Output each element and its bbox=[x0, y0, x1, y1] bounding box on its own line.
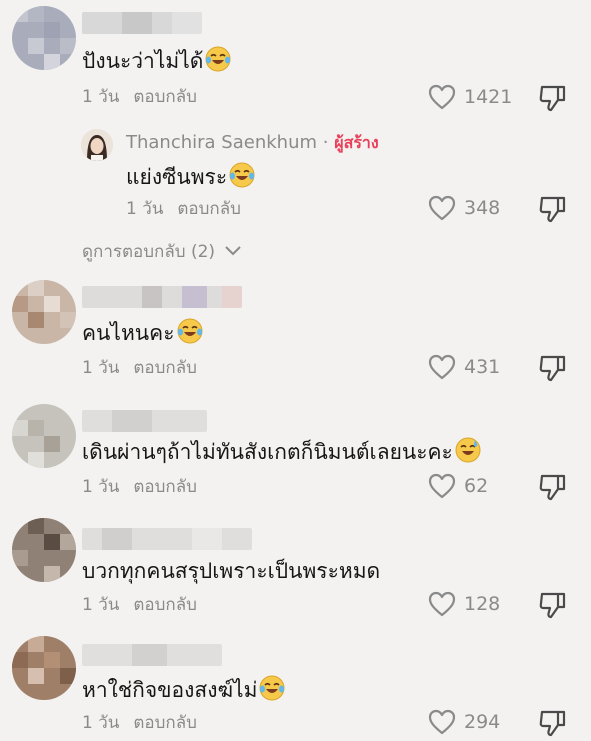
dislike-button[interactable] bbox=[538, 709, 568, 741]
comment-time: 1 วัน bbox=[82, 595, 120, 615]
username-blurred[interactable] bbox=[82, 528, 252, 550]
creator-avatar[interactable] bbox=[81, 129, 113, 161]
sweat-smile-emoji bbox=[455, 437, 481, 463]
dislike-button[interactable] bbox=[538, 354, 568, 386]
comment-time: 1 วัน bbox=[82, 713, 120, 733]
like-count: 1421 bbox=[464, 86, 513, 108]
chevron-down-icon bbox=[225, 246, 242, 256]
heart-outline-icon bbox=[428, 473, 456, 499]
comment-text: ปังนะว่าไม่ได้ bbox=[82, 46, 231, 75]
reply-button[interactable]: ตอบกลับ bbox=[133, 358, 197, 378]
avatar[interactable] bbox=[12, 518, 76, 582]
dislike-button[interactable] bbox=[538, 84, 568, 116]
laugh-tears-emoji bbox=[259, 675, 285, 701]
comment-time: 1 วัน bbox=[82, 358, 120, 378]
like-count: 348 bbox=[464, 197, 501, 219]
like-button[interactable]: 62 bbox=[428, 473, 488, 499]
comment-time: 1 วัน bbox=[82, 477, 120, 497]
heart-outline-icon bbox=[428, 354, 456, 380]
creator-portrait bbox=[81, 129, 113, 161]
laugh-tears-emoji bbox=[177, 318, 202, 344]
dislike-icon bbox=[539, 592, 566, 619]
comment-meta: 1 วัน ตอบกลับ bbox=[82, 594, 197, 616]
username-blurred[interactable] bbox=[82, 410, 207, 432]
dislike-icon bbox=[539, 85, 566, 112]
avatar[interactable] bbox=[12, 280, 76, 344]
username-blurred[interactable] bbox=[82, 12, 202, 34]
like-button[interactable]: 1421 bbox=[428, 84, 512, 110]
like-count: 294 bbox=[464, 711, 501, 733]
like-count: 431 bbox=[464, 356, 501, 378]
avatar[interactable] bbox=[12, 636, 76, 700]
reply-button[interactable]: ตอบกลับ bbox=[133, 477, 197, 497]
comment-meta: 1 วัน ตอบกลับ bbox=[82, 86, 197, 108]
view-replies-button[interactable]: ดูการตอบกลับ (2) bbox=[82, 238, 242, 265]
comment-meta: 1 วัน ตอบกลับ bbox=[82, 357, 197, 379]
dislike-button[interactable] bbox=[538, 195, 568, 227]
reply-button[interactable]: ตอบกลับ bbox=[133, 87, 197, 107]
laugh-tears-emoji bbox=[229, 162, 255, 188]
reply-button[interactable]: ตอบกลับ bbox=[177, 199, 241, 219]
like-button[interactable]: 294 bbox=[428, 709, 500, 735]
username-blurred[interactable] bbox=[82, 644, 222, 666]
heart-outline-icon bbox=[428, 84, 456, 110]
view-replies-label: ดูการตอบกลับ (2) bbox=[82, 242, 216, 262]
dislike-button[interactable] bbox=[538, 591, 568, 623]
comment-text: เดินผ่านๆถ้าไม่ทันสังเกตก็นิมนต์เลยนะคะ bbox=[82, 437, 481, 466]
comment-meta: 1 วัน ตอบกลับ bbox=[82, 712, 197, 734]
reply-button[interactable]: ตอบกลับ bbox=[133, 713, 197, 733]
reply-text: แย่งซีนพระ bbox=[126, 162, 255, 191]
comment-time: 1 วัน bbox=[82, 87, 120, 107]
creator-name-line: Thanchira Saenkhum · ผู้สร้าง bbox=[126, 132, 379, 154]
like-count: 128 bbox=[464, 593, 501, 615]
avatar[interactable] bbox=[12, 6, 76, 70]
comment-text: คนไหนคะ bbox=[82, 318, 203, 347]
dislike-icon bbox=[539, 474, 566, 501]
reply-meta: 1 วัน ตอบกลับ bbox=[126, 198, 241, 220]
comment-text: บวกทุกคนสรุปเพราะเป็นพระหมด bbox=[82, 559, 381, 583]
name-separator: · bbox=[317, 132, 335, 153]
reply-button[interactable]: ตอบกลับ bbox=[133, 595, 197, 615]
creator-badge: ผู้สร้าง bbox=[334, 133, 379, 152]
creator-name[interactable]: Thanchira Saenkhum bbox=[126, 132, 317, 153]
like-count: 62 bbox=[464, 475, 489, 497]
like-button[interactable]: 348 bbox=[428, 195, 500, 221]
dislike-button[interactable] bbox=[538, 473, 568, 505]
dislike-icon bbox=[539, 196, 566, 223]
heart-outline-icon bbox=[428, 709, 456, 735]
avatar[interactable] bbox=[12, 404, 76, 468]
username-blurred[interactable] bbox=[82, 286, 242, 308]
like-button[interactable]: 128 bbox=[428, 591, 500, 617]
like-button[interactable]: 431 bbox=[428, 354, 500, 380]
comment-text: หาใช่กิจของสงฆ์ไม่ bbox=[82, 675, 285, 704]
heart-outline-icon bbox=[428, 195, 456, 221]
heart-outline-icon bbox=[428, 591, 456, 617]
laugh-tears-emoji bbox=[205, 46, 231, 72]
comment-meta: 1 วัน ตอบกลับ bbox=[82, 476, 197, 498]
dislike-icon bbox=[539, 355, 566, 382]
dislike-icon bbox=[539, 710, 566, 737]
reply-time: 1 วัน bbox=[126, 199, 164, 219]
